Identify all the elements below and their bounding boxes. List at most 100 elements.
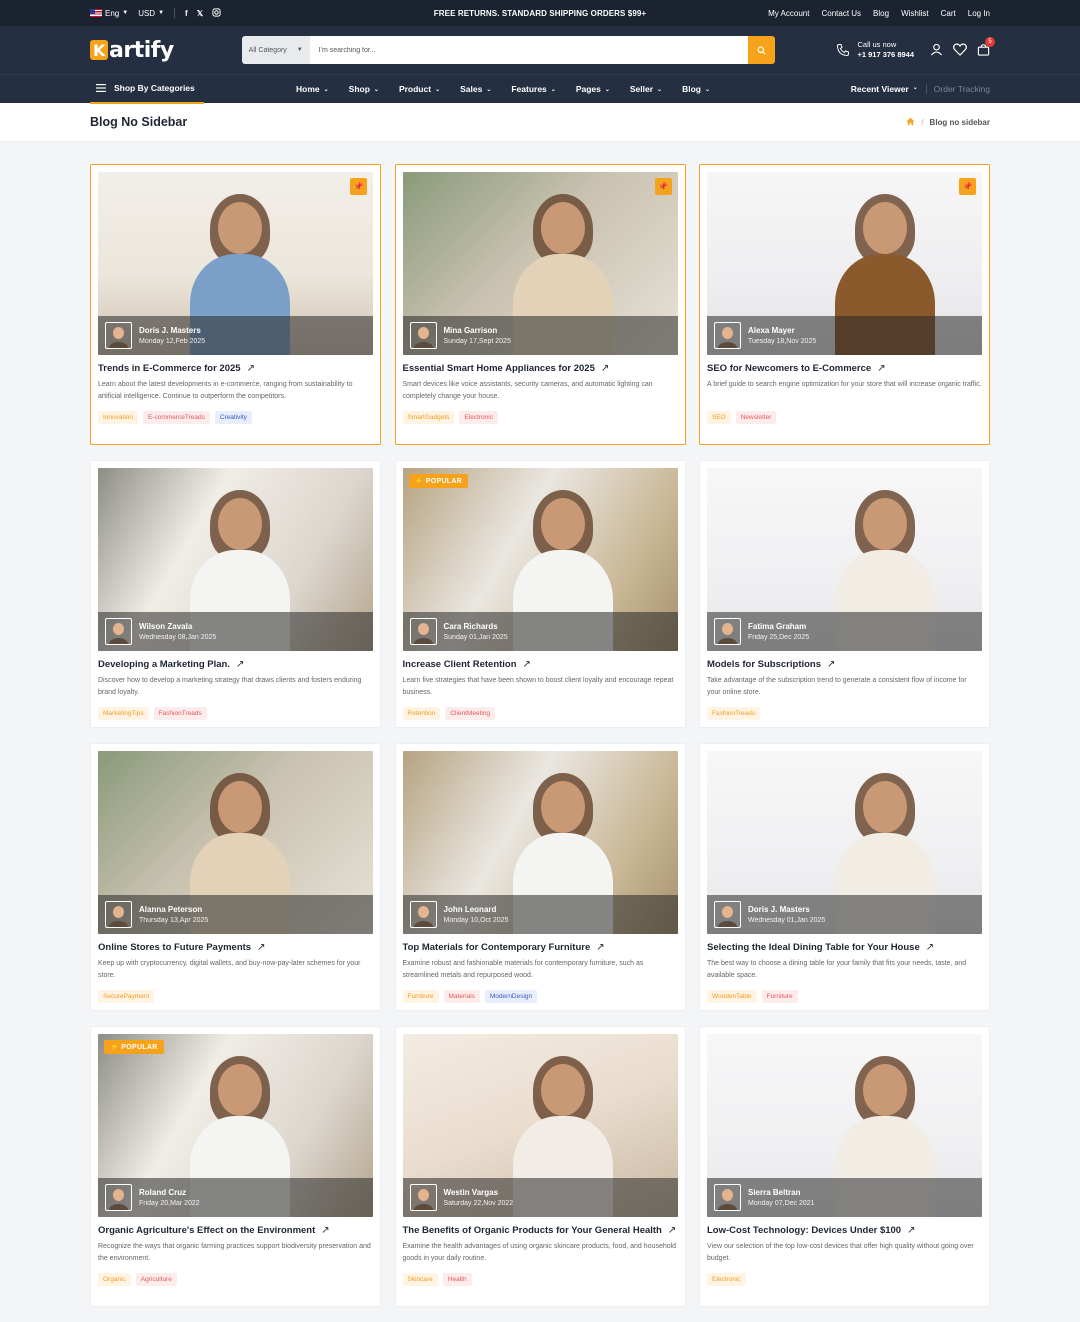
post-title-link[interactable]: Selecting the Ideal Dining Table for You… (707, 942, 982, 954)
tag-chip[interactable]: Creativity (214, 411, 252, 424)
shop-by-categories-button[interactable]: Shop By Categories (90, 75, 204, 104)
author-name: Roland Cruz (139, 1187, 187, 1197)
post-title-link[interactable]: Organic Agriculture's Effect on the Envi… (98, 1225, 373, 1237)
blog-card-image[interactable]: Sierra Beltran Monday 07,Dec 2021 (707, 1034, 982, 1217)
arrow-up-right-icon: ↗ (596, 942, 605, 953)
post-title-link[interactable]: Models for Subscriptions ↗ (707, 659, 982, 671)
arrow-up-right-icon: ↗ (257, 942, 266, 953)
tag-chip[interactable]: Materials (443, 990, 480, 1003)
blog-card[interactable]: Alexa Mayer Tuesday 18,Nov 2025 📌 SEO fo… (699, 164, 990, 445)
top-bar: Eng ▼ USD ▼ f 𝕏 FREE RETURNS. STANDARD S… (0, 0, 1080, 26)
tag-chip[interactable]: Health (442, 1273, 472, 1286)
post-title-link[interactable]: The Benefits of Organic Products for You… (403, 1225, 678, 1237)
heart-icon[interactable] (953, 42, 967, 58)
blog-card-image[interactable]: John Leonard Monday 10,Oct 2025 (402, 751, 678, 934)
post-title-link[interactable]: SEO for Newcomers to E-Commerce ↗ (707, 363, 982, 375)
cart-link[interactable]: Cart (941, 9, 956, 18)
tag-chip[interactable]: SecurePayment (98, 990, 155, 1003)
blog-card[interactable]: Cara Richards Sunday 01,Jan 2025 ⚡ POPUL… (394, 460, 686, 728)
blog-card-image[interactable]: Roland Cruz Friday 20,Mar 2022 ⚡ POPULAR (98, 1034, 373, 1217)
facebook-icon[interactable]: f (185, 9, 188, 18)
post-title-link[interactable]: Low-Cost Technology: Devices Under $100 … (707, 1225, 982, 1237)
blog-card[interactable]: Westin Vargas Saturday 22,Nov 2022 The B… (394, 1026, 686, 1307)
post-title-link[interactable]: Online Stores to Future Payments ↗ (98, 942, 373, 954)
blog-card[interactable]: Sierra Beltran Monday 07,Dec 2021 Low-Co… (699, 1026, 990, 1307)
tag-chip[interactable]: MarketingTips (98, 707, 149, 720)
post-title-link[interactable]: Top Materials for Contemporary Furniture… (403, 942, 678, 954)
category-select[interactable]: All Category ▼ (241, 36, 310, 64)
blog-link[interactable]: Blog (873, 9, 889, 18)
login-link[interactable]: Log In (968, 9, 990, 18)
blog-card[interactable]: Mina Garrison Sunday 17,Sept 2025 📌 Esse… (394, 164, 686, 445)
post-title-link[interactable]: Developing a Marketing Plan. ↗ (98, 659, 373, 671)
tag-chip[interactable]: ClientMeeting (445, 707, 496, 720)
pin-icon[interactable]: 📌 (654, 178, 672, 195)
blog-card[interactable]: John Leonard Monday 10,Oct 2025 Top Mate… (394, 743, 686, 1011)
nav-item-shop[interactable]: Shop ⌄ (349, 84, 379, 94)
blog-card[interactable]: Doris J. Masters Monday 12,Feb 2025 📌 Tr… (90, 164, 381, 445)
tag-chip[interactable]: Newsletter (735, 411, 777, 424)
blog-card-image[interactable]: Fatima Graham Friday 25,Dec 2025 (707, 468, 982, 651)
search-button[interactable] (747, 36, 775, 64)
blog-card-image[interactable]: Westin Vargas Saturday 22,Nov 2022 (402, 1034, 678, 1217)
recent-viewer-dropdown[interactable]: Recent Viewer ⌄ (851, 84, 918, 94)
nav-item-seller[interactable]: Seller ⌄ (630, 84, 662, 94)
nav-item-sales[interactable]: Sales ⌄ (460, 84, 491, 94)
blog-card-image[interactable]: Alexa Mayer Tuesday 18,Nov 2025 📌 (707, 172, 982, 355)
blog-card[interactable]: Wilson Zavala Wednesday 08,Jan 2025 Deve… (90, 460, 381, 728)
post-title-link[interactable]: Essential Smart Home Appliances for 2025… (403, 363, 678, 375)
nav-item-pages[interactable]: Pages ⌄ (576, 84, 610, 94)
nav-item-home[interactable]: Home ⌄ (296, 84, 329, 94)
blog-card-image[interactable]: Doris J. Masters Wednesday 01,Jan 2025 (707, 751, 982, 934)
home-icon[interactable] (906, 117, 915, 128)
wishlist-link[interactable]: Wishlist (901, 9, 929, 18)
contact-us-link[interactable]: Contact Us (821, 9, 861, 18)
tag-chip[interactable]: FashionTreads (707, 707, 761, 720)
instagram-icon[interactable] (212, 7, 221, 19)
call-us[interactable]: Call us now +1 917 376 8944 (836, 40, 914, 60)
blog-card-image[interactable]: Alanna Peterson Thursday 13,Apr 2025 (98, 751, 373, 934)
blog-card[interactable]: Alanna Peterson Thursday 13,Apr 2025 Onl… (90, 743, 381, 1011)
blog-card[interactable]: Fatima Graham Friday 25,Dec 2025 Models … (699, 460, 990, 728)
tag-chip[interactable]: Furniture (402, 990, 439, 1003)
arrow-up-right-icon: ↗ (235, 659, 245, 670)
tag-chip[interactable]: Furniture (761, 990, 798, 1003)
blog-card[interactable]: Roland Cruz Friday 20,Mar 2022 ⚡ POPULAR… (90, 1026, 381, 1307)
logo[interactable]: Kartify (90, 38, 174, 63)
cart-button[interactable]: 5 (977, 36, 995, 58)
blog-card-image[interactable]: Cara Richards Sunday 01,Jan 2025 ⚡ POPUL… (402, 468, 678, 651)
tag-chip[interactable]: FashionTreads (153, 707, 207, 720)
blog-card-image[interactable]: Wilson Zavala Wednesday 08,Jan 2025 (98, 468, 373, 651)
pin-icon[interactable]: 📌 (959, 178, 976, 195)
post-title-link[interactable]: Increase Client Retention ↗ (403, 659, 678, 671)
blog-card-image[interactable]: Doris J. Masters Monday 12,Feb 2025 📌 (98, 172, 373, 355)
tag-chip[interactable]: Organic (98, 1273, 131, 1286)
tag-chip[interactable]: Electronic (707, 1273, 746, 1286)
user-icon[interactable] (930, 43, 943, 58)
pin-icon[interactable]: 📌 (350, 178, 367, 195)
my-account-link[interactable]: My Account (768, 9, 809, 18)
tag-chip[interactable]: Skincare (402, 1273, 438, 1286)
tag-chip[interactable]: ModernDesign (484, 990, 538, 1003)
tag-chip[interactable]: SEO (707, 411, 731, 424)
blog-card-image[interactable]: Mina Garrison Sunday 17,Sept 2025 📌 (402, 172, 678, 355)
language-selector[interactable]: Eng ▼ (90, 9, 128, 18)
blog-card[interactable]: Doris J. Masters Wednesday 01,Jan 2025 S… (699, 743, 990, 1011)
post-title-link[interactable]: Trends in E-Commerce for 2025 ↗ (98, 363, 373, 375)
nav-item-features[interactable]: Features ⌄ (511, 84, 555, 94)
tag-chip[interactable]: SmartGadgets (402, 411, 455, 424)
tag-chip[interactable]: Innovation (98, 411, 138, 424)
currency-selector[interactable]: USD ▼ (138, 9, 164, 18)
tag-chip[interactable]: WoodenTable (707, 990, 757, 1003)
author-overlay: Westin Vargas Saturday 22,Nov 2022 (402, 1178, 678, 1217)
tag-chip[interactable]: Electronic (459, 411, 498, 424)
search-input[interactable] (309, 36, 748, 64)
chevron-down-icon: ⌄ (323, 86, 329, 93)
nav-item-blog[interactable]: Blog ⌄ (682, 84, 710, 94)
nav-item-product[interactable]: Product ⌄ (399, 84, 440, 94)
tag-chip[interactable]: Agriculture (135, 1273, 177, 1286)
x-twitter-icon[interactable]: 𝕏 (197, 9, 203, 18)
tag-chip[interactable]: E-commerceTreads (143, 411, 210, 424)
tag-chip[interactable]: Retention (402, 707, 441, 720)
order-tracking-link[interactable]: Order Tracking (925, 84, 990, 94)
